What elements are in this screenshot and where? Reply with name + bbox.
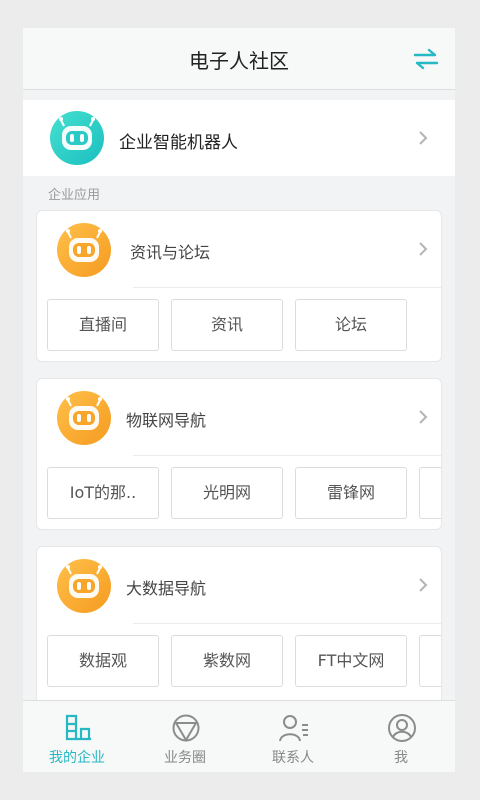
app-chip[interactable]: 直播间 xyxy=(47,299,159,351)
enterprise-icon xyxy=(65,714,91,741)
app-chip[interactable]: 紫数网 xyxy=(171,635,283,687)
card-title[interactable]: 物联网导航 xyxy=(126,407,206,431)
robot-icon xyxy=(57,223,111,277)
tab-label: 我 xyxy=(394,750,408,766)
divider xyxy=(133,623,441,624)
chevron-right-icon[interactable] xyxy=(417,241,429,257)
card-title[interactable]: 大数据导航 xyxy=(126,575,206,599)
tab-me[interactable]: 我 xyxy=(347,701,455,772)
app-card-iot-nav: 物联网导航 IoT的那.. 光明网 雷锋网 xyxy=(36,378,442,530)
app-chip[interactable]: 雷锋网 xyxy=(295,467,407,519)
robot-icon xyxy=(57,391,111,445)
app-screen: 电子人社区 企业智能机器人 企业应用 资讯与论坛 直播间 资讯 论坛 物联网导航… xyxy=(23,28,455,772)
app-chip[interactable]: 资讯 xyxy=(171,299,283,351)
card-title[interactable]: 资讯与论坛 xyxy=(130,239,210,263)
app-card-bigdata-nav: 大数据导航 数据观 紫数网 FT中文网 xyxy=(36,546,442,706)
robot-icon xyxy=(57,559,111,613)
contacts-icon xyxy=(279,715,308,742)
app-chip[interactable]: 论坛 xyxy=(295,299,407,351)
app-chip[interactable]: 光明网 xyxy=(171,467,283,519)
enterprise-robot-row[interactable]: 企业智能机器人 xyxy=(23,100,455,176)
tab-label: 我的企业 xyxy=(49,750,105,766)
app-chip[interactable] xyxy=(419,467,441,519)
app-chip[interactable]: IoT的那.. xyxy=(47,467,159,519)
swap-arrows-icon[interactable] xyxy=(413,48,439,70)
section-title: 企业应用 xyxy=(48,188,101,203)
page-title: 电子人社区 xyxy=(189,49,289,73)
app-chip[interactable]: 数据观 xyxy=(47,635,159,687)
chevron-right-icon[interactable] xyxy=(417,577,429,593)
top-bar: 电子人社区 xyxy=(23,28,455,90)
bottom-tab-bar: 我的企业 业务圈 联系人 我 xyxy=(23,700,455,772)
circle-triangle-icon xyxy=(172,714,200,742)
tab-label: 联系人 xyxy=(272,750,314,766)
robot-label: 企业智能机器人 xyxy=(119,133,238,153)
tab-label: 业务圈 xyxy=(164,750,206,766)
tab-contacts[interactable]: 联系人 xyxy=(239,701,347,772)
chevron-right-icon[interactable] xyxy=(417,409,429,425)
divider xyxy=(133,287,441,288)
divider xyxy=(133,455,441,456)
app-card-news-forum: 资讯与论坛 直播间 资讯 论坛 xyxy=(36,210,442,362)
tab-my-enterprise[interactable]: 我的企业 xyxy=(23,701,131,772)
chevron-right-icon xyxy=(419,131,428,145)
tab-business-circle[interactable]: 业务圈 xyxy=(131,701,239,772)
robot-icon xyxy=(50,111,104,165)
app-chip[interactable]: FT中文网 xyxy=(295,635,407,687)
app-chip[interactable] xyxy=(419,635,441,687)
profile-icon xyxy=(388,714,416,742)
